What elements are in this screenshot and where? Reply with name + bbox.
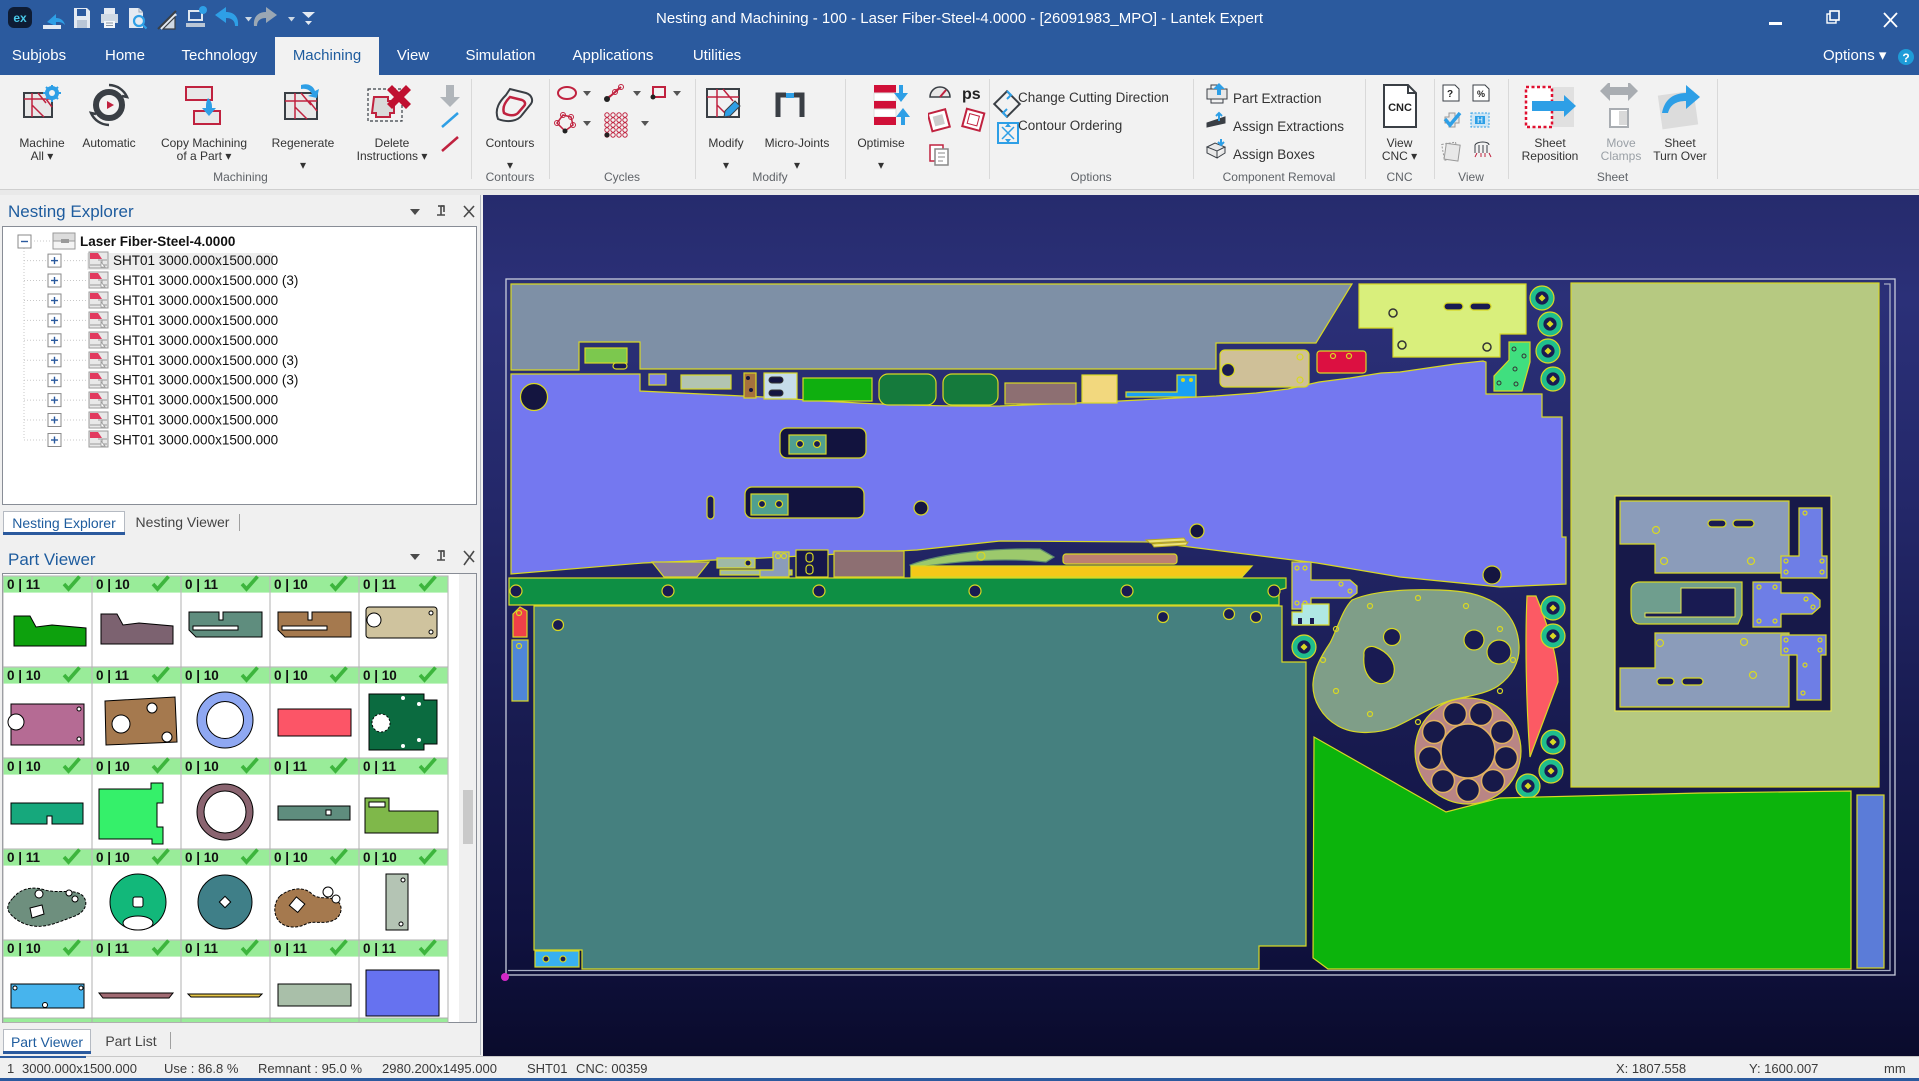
svg-text:0 | 11: 0 | 11 <box>274 759 308 774</box>
svg-text:SHT01 3000.000x1500.000: SHT01 3000.000x1500.000 <box>113 253 278 268</box>
svg-text:0 | 10: 0 | 10 <box>274 577 308 592</box>
svg-text:0 | 10: 0 | 10 <box>96 850 130 865</box>
svg-text:0 | 11: 0 | 11 <box>363 577 397 592</box>
svg-text:?: ? <box>1902 51 1909 65</box>
svg-text:0 | 11: 0 | 11 <box>185 941 219 956</box>
svg-text:0 | 10: 0 | 10 <box>363 668 397 683</box>
svg-text:ps: ps <box>962 86 981 103</box>
svg-text:0 | 11: 0 | 11 <box>7 577 41 592</box>
svg-text:0 | 10: 0 | 10 <box>363 850 397 865</box>
svg-text:Laser Fiber-Steel-4.0000: Laser Fiber-Steel-4.0000 <box>80 234 235 249</box>
svg-text:SHT01 3000.000x1500.000 (3): SHT01 3000.000x1500.000 (3) <box>113 353 298 368</box>
svg-text:SHT01 3000.000x1500.000: SHT01 3000.000x1500.000 <box>113 413 278 428</box>
svg-text:0 | 10: 0 | 10 <box>96 577 130 592</box>
svg-text:SHT01 3000.000x1500.000: SHT01 3000.000x1500.000 <box>113 313 278 328</box>
svg-text:SHT01 3000.000x1500.000 (3): SHT01 3000.000x1500.000 (3) <box>113 273 298 288</box>
svg-text:0 | 10: 0 | 10 <box>7 941 41 956</box>
svg-text:SHT01 3000.000x1500.000: SHT01 3000.000x1500.000 <box>113 293 278 308</box>
svg-text:0 | 11: 0 | 11 <box>7 850 41 865</box>
svg-text:SHT01 3000.000x1500.000 (3): SHT01 3000.000x1500.000 (3) <box>113 373 298 388</box>
svg-text:0 | 10: 0 | 10 <box>185 759 219 774</box>
svg-text:0 | 11: 0 | 11 <box>96 668 130 683</box>
svg-text:0 | 10: 0 | 10 <box>96 759 130 774</box>
svg-text:CNC: CNC <box>1388 102 1412 114</box>
svg-text:SHT01 3000.000x1500.000: SHT01 3000.000x1500.000 <box>113 393 278 408</box>
svg-text:0 | 11: 0 | 11 <box>363 759 397 774</box>
svg-text:SHT01 3000.000x1500.000: SHT01 3000.000x1500.000 <box>113 333 278 348</box>
svg-text:0 | 10: 0 | 10 <box>185 668 219 683</box>
svg-text:0 | 10: 0 | 10 <box>185 850 219 865</box>
svg-text:0 | 10: 0 | 10 <box>7 759 41 774</box>
svg-text:0 | 10: 0 | 10 <box>274 668 308 683</box>
svg-text:0 | 11: 0 | 11 <box>363 941 397 956</box>
svg-text:%: % <box>1477 89 1485 99</box>
svg-text:0 | 10: 0 | 10 <box>7 668 41 683</box>
svg-text:?: ? <box>1447 89 1453 100</box>
svg-text:0 | 11: 0 | 11 <box>185 577 219 592</box>
svg-text:0 | 11: 0 | 11 <box>96 941 130 956</box>
svg-text:ex: ex <box>13 11 27 25</box>
svg-text:0 | 10: 0 | 10 <box>274 850 308 865</box>
svg-text:0 | 11: 0 | 11 <box>274 941 308 956</box>
svg-text:SHT01 3000.000x1500.000: SHT01 3000.000x1500.000 <box>113 433 278 448</box>
svg-text:H: H <box>1477 116 1483 125</box>
